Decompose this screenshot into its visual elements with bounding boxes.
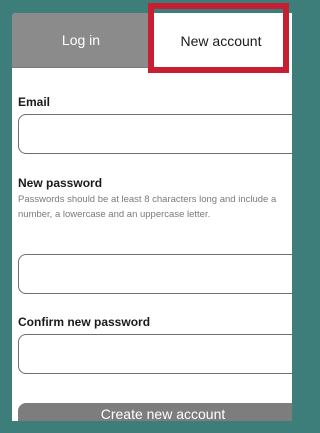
- create-account-button[interactable]: Create new account: [18, 403, 292, 421]
- new-password-label: New password: [18, 176, 103, 190]
- new-password-field[interactable]: [18, 254, 292, 294]
- tab-bar: Log in New account: [12, 13, 292, 68]
- confirm-password-field[interactable]: [18, 334, 292, 374]
- account-card: Log in New account Email New password Pa…: [12, 13, 292, 421]
- tab-log-in[interactable]: Log in: [12, 13, 150, 68]
- confirm-password-label: Confirm new password: [18, 315, 151, 329]
- email-field[interactable]: [18, 114, 292, 154]
- tab-new-account[interactable]: New account: [150, 13, 292, 68]
- password-requirements-text: Passwords should be at least 8 character…: [18, 194, 277, 220]
- email-label: Email: [18, 95, 51, 109]
